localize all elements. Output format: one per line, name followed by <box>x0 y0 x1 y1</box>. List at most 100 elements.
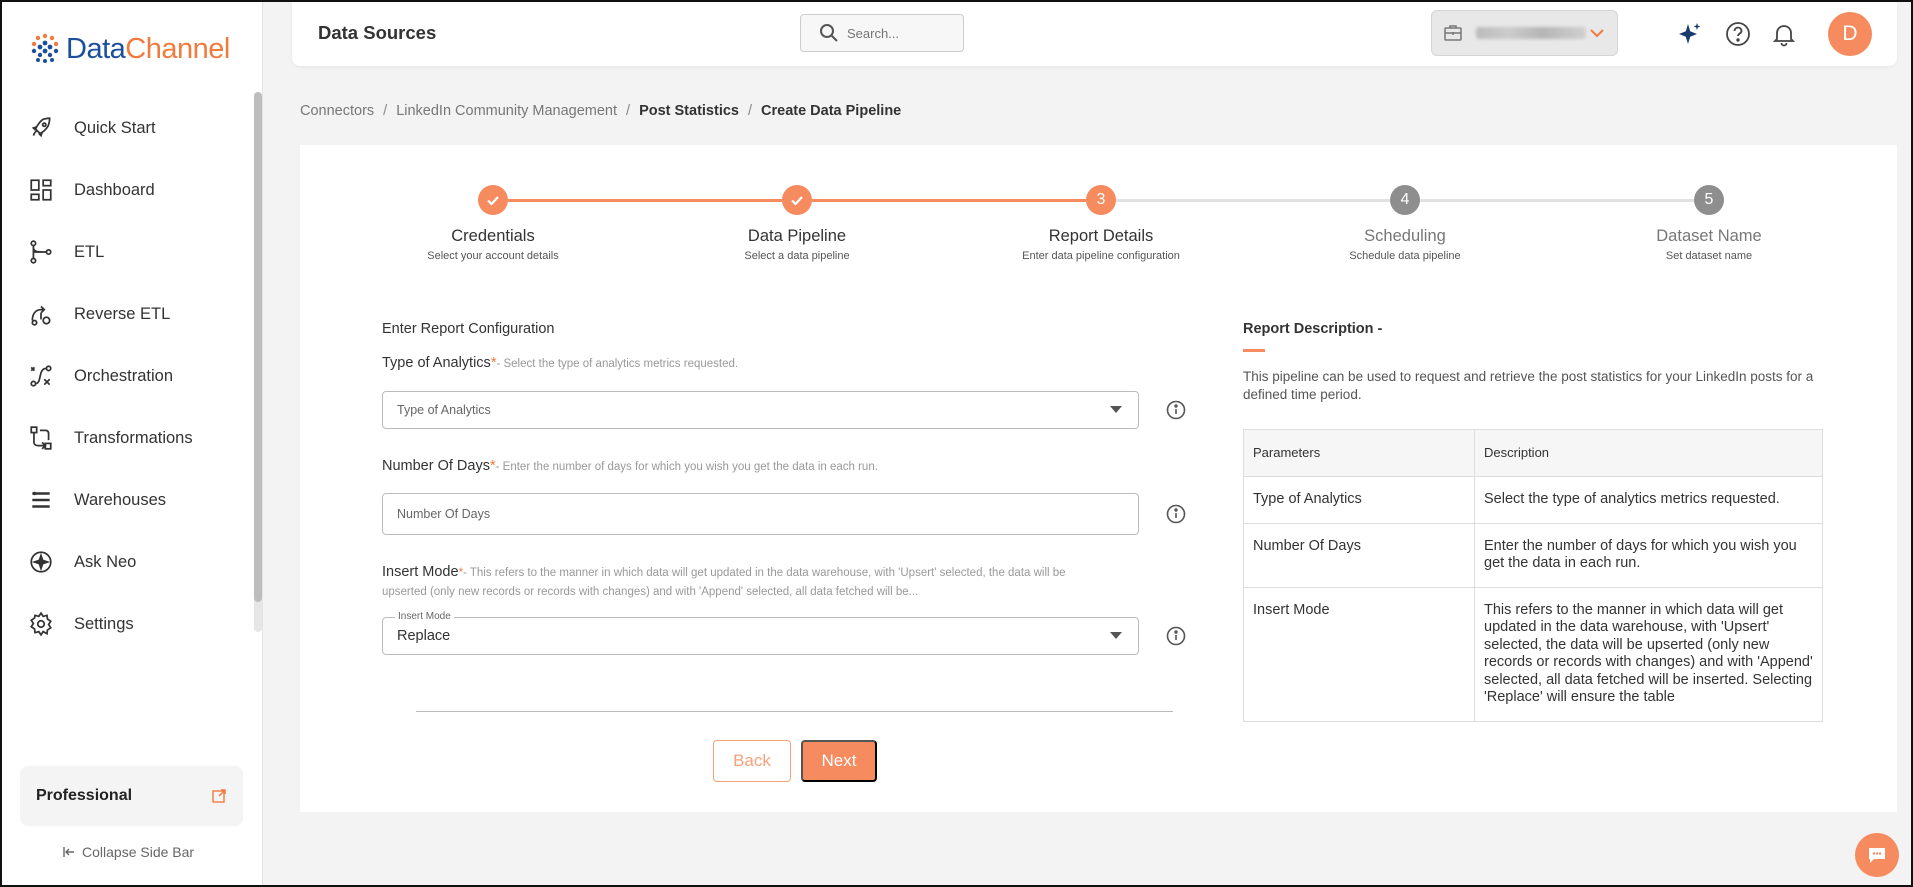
step-scheduling[interactable]: 4 Scheduling Schedule data pipeline <box>1285 185 1525 262</box>
brand-name-part2: Channel <box>125 32 230 65</box>
step-title: Dataset Name <box>1656 227 1762 245</box>
sidebar-item-etl[interactable]: ETL <box>2 221 252 283</box>
step-circle: 5 <box>1694 185 1724 215</box>
sidebar-item-label: Warehouses <box>74 490 167 509</box>
table-header: Description <box>1474 429 1823 477</box>
brand-logo[interactable]: DataChannel <box>28 32 230 66</box>
sidebar-item-transformations[interactable]: Transformations <box>2 407 252 469</box>
bell-icon[interactable] <box>1770 20 1798 48</box>
step-data-pipeline[interactable]: Data Pipeline Select a data pipeline <box>677 185 917 262</box>
collapse-sidebar-button[interactable]: Collapse Side Bar <box>62 844 194 860</box>
step-subtitle: Enter data pipeline configuration <box>1022 250 1180 262</box>
sidebar: DataChannel Quick Start Dashboard ETL Re… <box>2 2 263 885</box>
chat-widget-button[interactable] <box>1855 833 1899 877</box>
user-avatar[interactable]: D <box>1828 12 1872 56</box>
table-row: Insert Mode This refers to the manner in… <box>1243 586 1823 722</box>
select-placeholder: Type of Analytics <box>397 403 491 417</box>
transformations-icon <box>28 425 54 451</box>
title-underline <box>1243 349 1265 352</box>
reverse-etl-icon <box>28 301 54 327</box>
table-header-row: Parameters Description <box>1243 429 1823 477</box>
number-of-days-input[interactable]: Number Of Days <box>382 493 1139 535</box>
search-input[interactable] <box>847 25 947 41</box>
sidebar-item-label: Quick Start <box>74 118 156 137</box>
plan-badge[interactable]: Professional <box>20 766 243 826</box>
table-row: Number Of Days Enter the number of days … <box>1243 522 1823 588</box>
step-circle: 4 <box>1390 185 1420 215</box>
sidebar-item-warehouses[interactable]: Warehouses <box>2 469 252 531</box>
table-cell: This refers to the manner in which data … <box>1474 586 1823 722</box>
check-icon <box>789 192 805 208</box>
check-icon <box>485 192 501 208</box>
breadcrumb-separator: / <box>383 103 388 119</box>
table-cell: Select the type of analytics metrics req… <box>1474 476 1823 524</box>
chevron-down-icon <box>1587 23 1607 43</box>
chat-bubble-icon <box>1865 843 1889 867</box>
info-icon[interactable] <box>1166 504 1186 524</box>
step-subtitle: Select a data pipeline <box>744 250 850 262</box>
step-circle: 3 <box>1086 185 1116 215</box>
breadcrumb-separator: / <box>626 103 631 119</box>
breadcrumb-current: Create Data Pipeline <box>761 103 902 119</box>
sidebar-item-label: Dashboard <box>74 180 155 199</box>
field-hint: - Select the type of analytics metrics r… <box>496 358 739 370</box>
step-circle <box>478 185 508 215</box>
step-circle <box>782 185 812 215</box>
step-credentials[interactable]: Credentials Select your account details <box>373 185 613 262</box>
step-title: Report Details <box>1048 227 1154 245</box>
field-label-text: Insert Mode <box>382 564 459 580</box>
select-floating-label: Insert Mode <box>395 611 454 622</box>
info-icon[interactable] <box>1166 400 1186 420</box>
top-header: Data Sources D <box>292 2 1897 66</box>
sidebar-item-orchestration[interactable]: Orchestration <box>2 345 252 407</box>
dashboard-icon <box>28 177 54 203</box>
account-selector[interactable] <box>1431 10 1618 56</box>
sidebar-scrollbar[interactable] <box>254 92 262 632</box>
sidebar-item-label: Reverse ETL <box>74 304 171 323</box>
pipeline-card: Credentials Select your account details … <box>300 145 1897 812</box>
breadcrumb-post-statistics[interactable]: Post Statistics <box>639 103 739 119</box>
external-link-icon[interactable] <box>211 788 227 804</box>
type-of-analytics-select[interactable]: Type of Analytics <box>382 391 1139 429</box>
sidebar-item-label: ETL <box>74 242 105 261</box>
brand-name-part1: Data <box>66 32 126 65</box>
info-icon[interactable] <box>1166 626 1186 646</box>
caret-down-icon <box>1110 406 1122 413</box>
back-button[interactable]: Back <box>713 740 791 782</box>
step-subtitle: Set dataset name <box>1665 250 1753 262</box>
next-button[interactable]: Next <box>801 740 877 782</box>
sidebar-item-ask-neo[interactable]: Ask Neo <box>2 531 252 593</box>
breadcrumb-separator: / <box>747 103 753 119</box>
orchestration-icon <box>28 363 54 389</box>
sidebar-item-quick-start[interactable]: Quick Start <box>2 97 252 159</box>
sidebar-item-settings[interactable]: Settings <box>2 593 252 655</box>
briefcase-icon <box>1442 22 1464 44</box>
warehouses-icon <box>28 487 54 513</box>
sidebar-item-label: Transformations <box>74 428 193 447</box>
step-title: Credentials <box>451 227 535 245</box>
insert-mode-label: Insert Mode*- This refers to the manner … <box>382 563 1082 602</box>
sidebar-item-reverse-etl[interactable]: Reverse ETL <box>2 283 252 345</box>
input-placeholder: Number Of Days <box>397 507 491 521</box>
account-name-redacted <box>1476 27 1586 39</box>
field-label-text: Type of Analytics <box>382 355 491 371</box>
step-report-details[interactable]: 3 Report Details Enter data pipeline con… <box>981 185 1221 262</box>
collapse-label: Collapse Side Bar <box>82 844 195 860</box>
breadcrumb-connectors[interactable]: Connectors <box>300 103 374 119</box>
step-dataset-name[interactable]: 5 Dataset Name Set dataset name <box>1589 185 1829 262</box>
sidebar-scrollbar-thumb[interactable] <box>254 92 262 602</box>
breadcrumb-linkedin[interactable]: LinkedIn Community Management <box>396 103 617 119</box>
step-subtitle: Schedule data pipeline <box>1349 250 1461 262</box>
help-icon[interactable] <box>1724 20 1752 48</box>
report-description-text: This pipeline can be used to request and… <box>1243 369 1814 402</box>
step-subtitle: Select your account details <box>427 250 559 262</box>
table-cell: Enter the number of days for which you w… <box>1474 522 1823 588</box>
parameters-table: Parameters Description Type of Analytics… <box>1243 429 1823 722</box>
table-cell: Type of Analytics <box>1243 476 1475 524</box>
insert-mode-select[interactable]: Insert Mode Replace <box>382 611 1139 655</box>
ai-sparkle-icon[interactable] <box>1676 20 1704 48</box>
sidebar-item-dashboard[interactable]: Dashboard <box>2 159 252 221</box>
search-box[interactable] <box>800 14 964 52</box>
step-title: Data Pipeline <box>747 227 847 245</box>
etl-icon <box>28 239 54 265</box>
